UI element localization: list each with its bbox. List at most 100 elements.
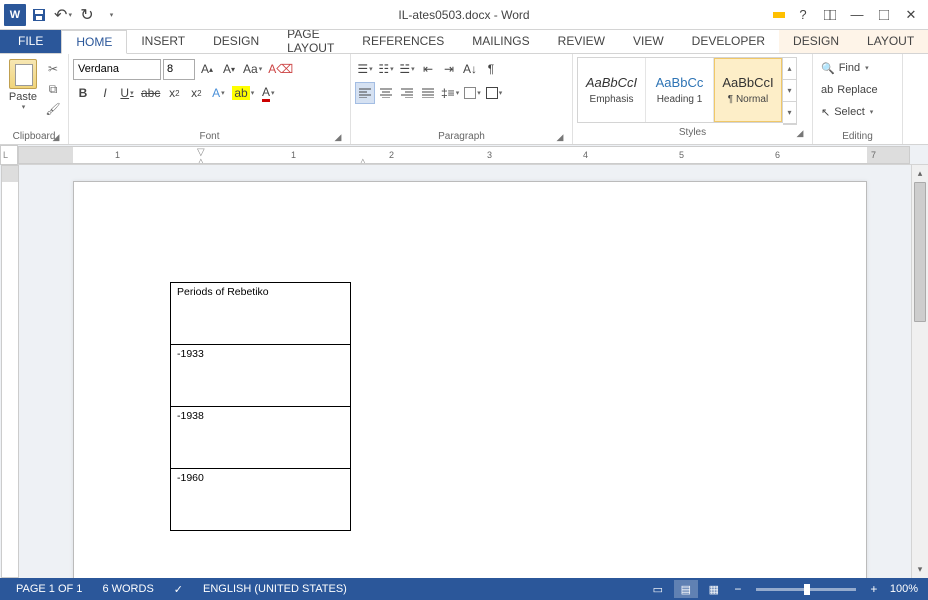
- styles-scroll-up-icon[interactable]: ▴: [783, 58, 796, 80]
- tab-insert[interactable]: INSERT: [127, 29, 199, 53]
- page[interactable]: Periods of Rebetiko -1933 -1938 -1960: [73, 181, 867, 578]
- shrink-font-button[interactable]: A▾: [219, 58, 239, 80]
- bullets-button[interactable]: ☰▾: [355, 58, 375, 80]
- tab-review[interactable]: REVIEW: [544, 29, 619, 53]
- zoom-level[interactable]: 100%: [886, 583, 922, 595]
- vertical-ruler[interactable]: [1, 165, 19, 578]
- notification-icon[interactable]: [773, 12, 785, 18]
- read-mode-icon[interactable]: ▭: [646, 580, 670, 598]
- style-normal[interactable]: AaBbCcI ¶ Normal: [714, 58, 782, 122]
- zoom-in-button[interactable]: +: [866, 581, 882, 597]
- zoom-thumb[interactable]: [804, 584, 810, 595]
- document-table[interactable]: Periods of Rebetiko -1933 -1938 -1960: [170, 282, 351, 531]
- change-case-button[interactable]: Aa▾: [241, 58, 264, 80]
- tab-view[interactable]: VIEW: [619, 29, 678, 53]
- superscript-button[interactable]: x2: [186, 82, 206, 104]
- styles-launcher-icon[interactable]: ◢: [794, 127, 806, 139]
- sort-button[interactable]: A↓: [460, 58, 480, 80]
- tab-page-layout[interactable]: PAGE LAYOUT: [273, 29, 348, 53]
- minimize-icon[interactable]: —: [844, 4, 870, 26]
- subscript-button[interactable]: x2: [164, 82, 184, 104]
- styles-scroll-down-icon[interactable]: ▾: [783, 80, 796, 102]
- style-heading1[interactable]: AaBbCc Heading 1: [646, 58, 714, 122]
- tab-file[interactable]: FILE: [0, 29, 61, 53]
- underline-button[interactable]: U▾: [117, 82, 137, 104]
- maximize-icon[interactable]: [871, 4, 897, 26]
- select-button[interactable]: ↖Select▾: [817, 101, 898, 123]
- help-icon[interactable]: ?: [790, 4, 816, 26]
- zoom-slider[interactable]: [756, 588, 856, 591]
- grow-font-button[interactable]: A▴: [197, 58, 217, 80]
- paragraph-launcher-icon[interactable]: ◢: [554, 131, 566, 143]
- close-icon[interactable]: ✕: [898, 4, 924, 26]
- replace-button[interactable]: abReplace: [817, 79, 898, 101]
- table-cell[interactable]: -1960: [171, 469, 351, 531]
- vertical-scrollbar[interactable]: ▴ ▾: [911, 165, 928, 578]
- save-icon[interactable]: [28, 4, 50, 26]
- justify-button[interactable]: [418, 82, 438, 104]
- first-line-indent-icon[interactable]: ▽: [197, 147, 207, 155]
- show-marks-button[interactable]: ¶: [481, 58, 501, 80]
- scroll-down-icon[interactable]: ▾: [912, 561, 928, 578]
- strikethrough-button[interactable]: abc: [139, 82, 162, 104]
- align-center-button[interactable]: [376, 82, 396, 104]
- italic-button[interactable]: I: [95, 82, 115, 104]
- style-emphasis[interactable]: AaBbCcI Emphasis: [578, 58, 646, 122]
- shading-button[interactable]: ▾: [462, 82, 483, 104]
- font-launcher-icon[interactable]: ◢: [332, 131, 344, 143]
- find-button[interactable]: 🔍Find▾: [817, 57, 898, 79]
- font-size-select[interactable]: [163, 59, 195, 80]
- status-page[interactable]: PAGE 1 OF 1: [6, 583, 92, 595]
- scroll-up-icon[interactable]: ▴: [912, 165, 928, 182]
- hanging-indent-icon[interactable]: △: [197, 157, 207, 164]
- right-indent-icon[interactable]: △: [359, 157, 369, 164]
- group-font: A▴ A▾ Aa▾ A⌫ B I U▾ abc x2 x2 A▾ ab▾ A▾ …: [69, 54, 351, 144]
- bold-button[interactable]: B: [73, 82, 93, 104]
- horizontal-ruler[interactable]: 1 ▽ △ 1 △ 2 3 4 5 6 7: [18, 146, 910, 164]
- highlight-button[interactable]: ab▾: [230, 82, 256, 104]
- status-words[interactable]: 6 WORDS: [92, 583, 163, 595]
- status-language[interactable]: ENGLISH (UNITED STATES): [193, 583, 357, 595]
- font-color-button[interactable]: A▾: [258, 82, 278, 104]
- tab-mailings[interactable]: MAILINGS: [458, 29, 543, 53]
- paste-button[interactable]: Paste ▾: [4, 57, 42, 129]
- tab-references[interactable]: REFERENCES: [348, 29, 458, 53]
- ribbon-options-icon[interactable]: [817, 4, 843, 26]
- format-painter-icon[interactable]: 🖌: [44, 101, 62, 117]
- numbering-button[interactable]: ☷▾: [376, 58, 396, 80]
- decrease-indent-button[interactable]: ⇤: [418, 58, 438, 80]
- ruler-corner[interactable]: L: [0, 145, 18, 165]
- tab-tools-design[interactable]: DESIGN: [779, 29, 853, 53]
- group-font-label: Font: [199, 131, 219, 142]
- print-layout-icon[interactable]: ▤: [674, 580, 698, 598]
- scroll-thumb[interactable]: [914, 182, 926, 322]
- borders-button[interactable]: ▾: [484, 82, 505, 104]
- table-cell[interactable]: -1938: [171, 407, 351, 469]
- undo-icon[interactable]: ↶▾: [52, 4, 74, 26]
- increase-indent-button[interactable]: ⇥: [439, 58, 459, 80]
- word-app-icon: W: [4, 4, 26, 26]
- qat-customize-icon[interactable]: ▾: [100, 4, 122, 26]
- align-right-button[interactable]: [397, 82, 417, 104]
- tab-design[interactable]: DESIGN: [199, 29, 273, 53]
- document-scroll[interactable]: Periods of Rebetiko -1933 -1938 -1960 ▤ …: [19, 165, 911, 578]
- tab-home[interactable]: HOME: [61, 30, 127, 54]
- table-cell[interactable]: Periods of Rebetiko: [171, 283, 351, 345]
- font-name-select[interactable]: [73, 59, 161, 80]
- align-left-button[interactable]: [355, 82, 375, 104]
- tab-tools-layout[interactable]: LAYOUT: [853, 29, 928, 53]
- cut-icon[interactable]: ✂: [44, 61, 62, 77]
- redo-icon[interactable]: ↻: [76, 4, 98, 26]
- table-cell[interactable]: -1933: [171, 345, 351, 407]
- zoom-out-button[interactable]: −: [730, 581, 746, 597]
- text-effects-button[interactable]: A▾: [208, 82, 228, 104]
- tab-developer[interactable]: DEVELOPER: [678, 29, 779, 53]
- styles-more-icon[interactable]: ▾: [783, 102, 796, 124]
- multilevel-list-button[interactable]: ☱▾: [397, 58, 417, 80]
- copy-icon[interactable]: ⧉: [44, 81, 62, 97]
- line-spacing-button[interactable]: ‡≡▾: [439, 82, 461, 104]
- status-proofing-icon[interactable]: ✓: [164, 583, 193, 596]
- web-layout-icon[interactable]: ▦: [702, 580, 726, 598]
- clear-formatting-button[interactable]: A⌫: [266, 58, 295, 80]
- clipboard-launcher-icon[interactable]: ◢: [50, 131, 62, 143]
